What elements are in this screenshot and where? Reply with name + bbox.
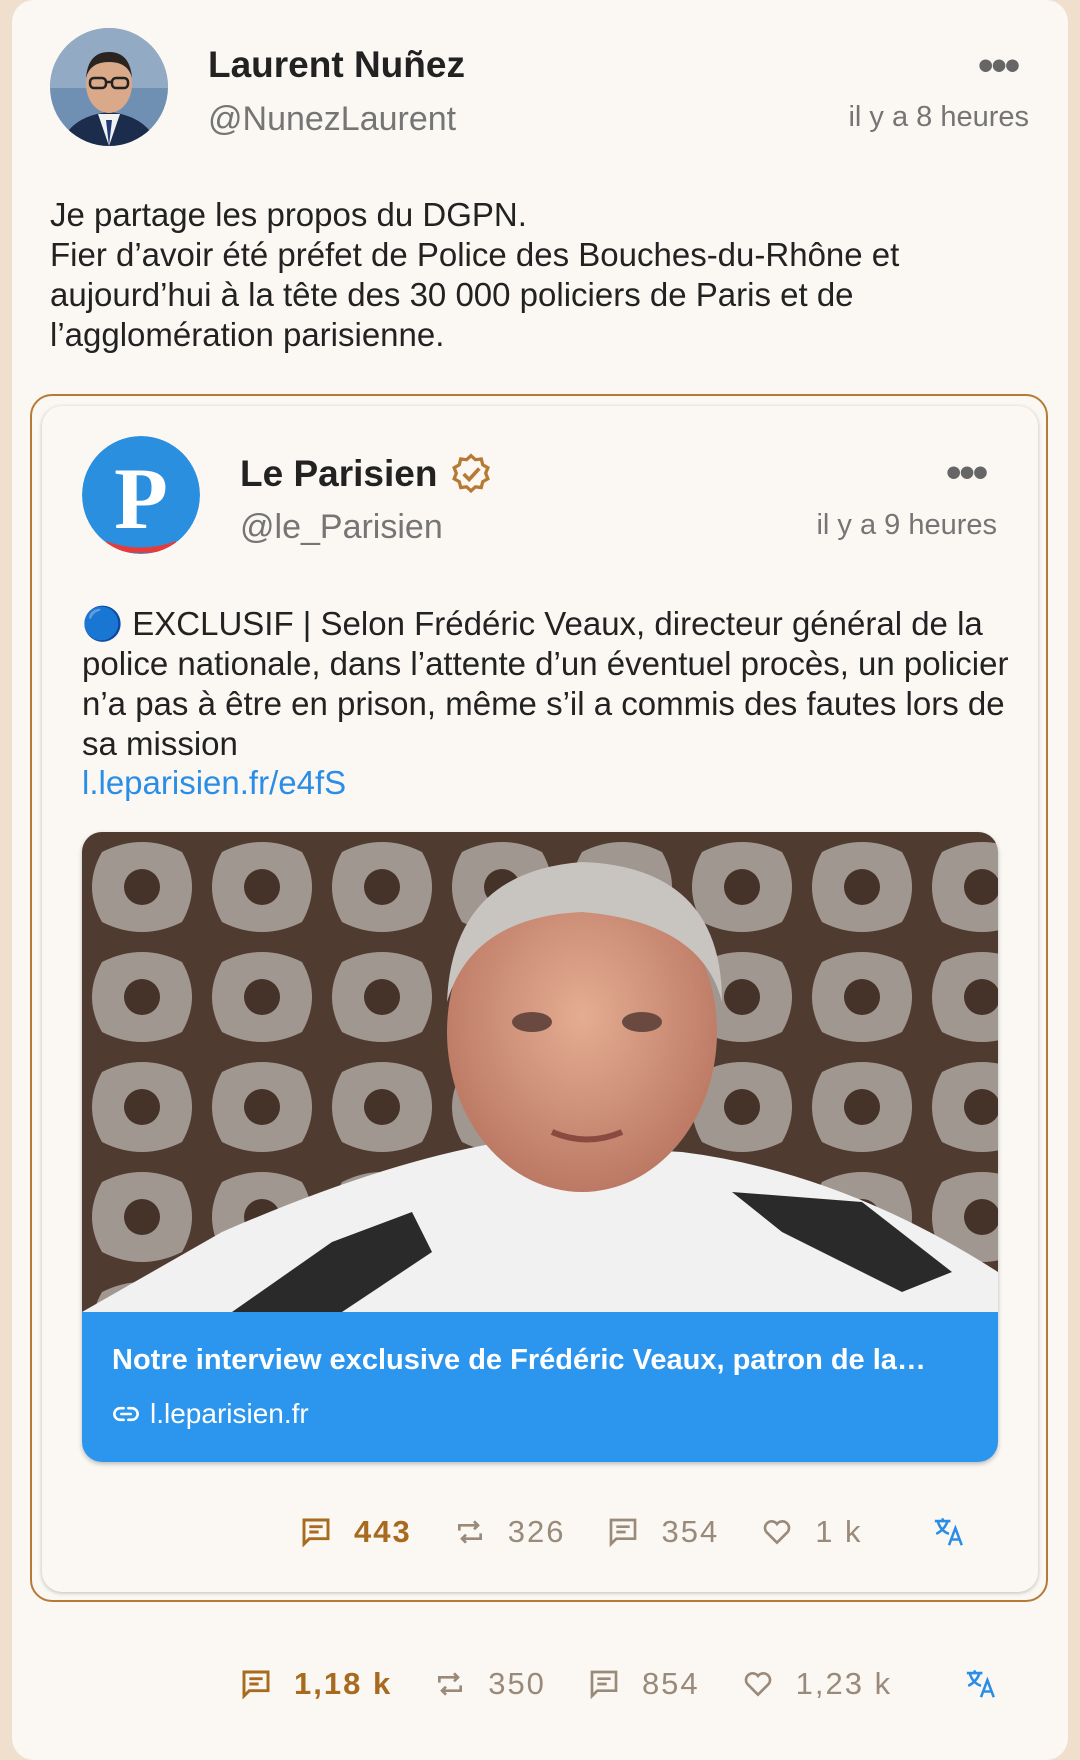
quoted-stats-bar: 443 326 354 1 k — [300, 1514, 905, 1550]
quoted-translate-icon[interactable] — [932, 1514, 966, 1553]
quoted-replies-count: 443 — [354, 1514, 412, 1549]
quoted-author-handle[interactable]: @le_Parisien — [240, 508, 443, 547]
post-boosts-count: 350 — [488, 1666, 546, 1701]
link-preview-card[interactable]: Notre interview exclusive de Frédéric Ve… — [82, 832, 998, 1462]
more-options-icon[interactable]: ••• — [978, 44, 1020, 88]
quoted-post-text: 🔵 EXCLUSIF | Selon Frédéric Veaux, direc… — [82, 605, 1009, 762]
quoted-author-avatar[interactable]: P — [82, 436, 200, 554]
verified-badge-icon — [452, 453, 491, 494]
parisien-logo-letter: P — [114, 451, 168, 548]
post-time: il y a 8 heures — [848, 101, 1029, 133]
post-translate-icon[interactable] — [964, 1666, 998, 1705]
quoted-author-name[interactable]: Le Parisien — [240, 452, 493, 496]
link-icon — [113, 1406, 139, 1422]
heart-icon — [763, 1520, 791, 1545]
quoted-post-time: il y a 9 heures — [816, 509, 997, 541]
preview-info-bar[interactable]: Notre interview exclusive de Frédéric Ve… — [82, 1312, 998, 1462]
heart-icon — [744, 1672, 771, 1697]
boost-icon — [457, 1520, 482, 1544]
preview-domain-label: l.leparisien.fr — [150, 1398, 309, 1429]
quoted-boosts[interactable]: 326 — [454, 1514, 566, 1550]
reply-icon — [302, 1518, 330, 1548]
post-quotes-count: 854 — [641, 1666, 700, 1701]
post-replies-count: 1,18 k — [294, 1666, 393, 1701]
author-handle[interactable]: @NunezLaurent — [208, 100, 456, 139]
post-quotes[interactable]: 854 — [588, 1666, 700, 1702]
boost-icon — [438, 1672, 463, 1696]
preview-photo — [82, 832, 998, 1312]
quote-icon — [590, 1670, 618, 1700]
quote-icon — [610, 1518, 637, 1548]
quoted-more-options-icon[interactable]: ••• — [946, 451, 988, 495]
preview-domain[interactable]: l.leparisien.fr — [112, 1398, 309, 1430]
reply-icon — [242, 1670, 270, 1700]
post-likes-count: 1,23 k — [795, 1666, 893, 1701]
post-likes[interactable]: 1,23 k — [742, 1666, 892, 1702]
quoted-boosts-count: 326 — [507, 1514, 566, 1549]
quoted-replies[interactable]: 443 — [300, 1514, 412, 1550]
quoted-quotes-count: 354 — [661, 1514, 720, 1549]
quoted-likes[interactable]: 1 k — [761, 1514, 862, 1550]
post-stats-bar: 1,18 k 350 854 1,23 k — [240, 1666, 934, 1702]
quoted-likes-count: 1 k — [815, 1514, 863, 1549]
preview-title[interactable]: Notre interview exclusive de Frédéric Ve… — [112, 1344, 972, 1377]
post-replies[interactable]: 1,18 k — [240, 1666, 392, 1702]
post-text: Je partage les propos du DGPN. Fier d’av… — [50, 196, 900, 353]
quoted-quotes[interactable]: 354 — [607, 1514, 719, 1550]
author-avatar[interactable] — [50, 28, 168, 146]
post-boosts[interactable]: 350 — [434, 1666, 546, 1702]
quoted-author-label: Le Parisien — [240, 453, 438, 494]
author-name[interactable]: Laurent Nuñez — [208, 44, 465, 86]
quoted-post-link[interactable]: l.leparisien.fr/e4fS — [82, 764, 346, 802]
